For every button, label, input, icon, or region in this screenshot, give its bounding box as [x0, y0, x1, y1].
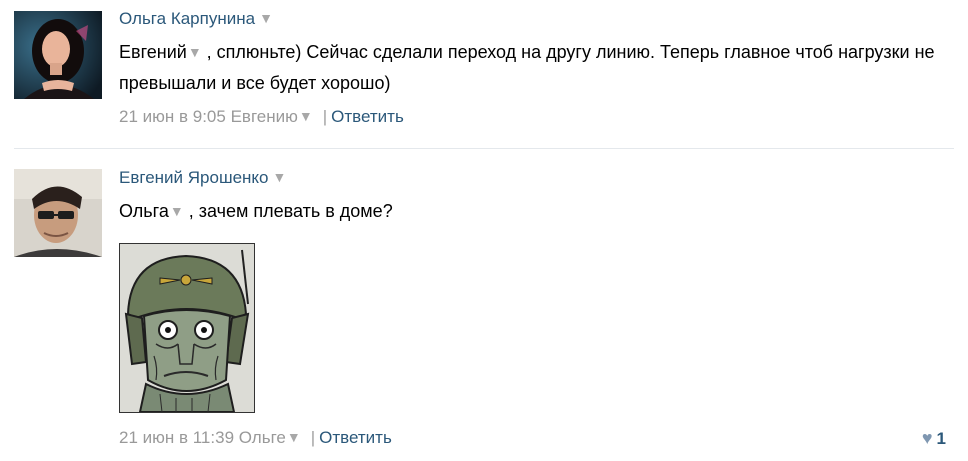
- triangle-down-icon[interactable]: ▼: [273, 169, 287, 185]
- reply-button[interactable]: Ответить: [319, 428, 392, 447]
- triangle-down-icon[interactable]: ▼: [188, 37, 202, 68]
- triangle-down-icon[interactable]: ▼: [259, 10, 273, 26]
- timestamp[interactable]: 21 июн в 11:39: [119, 428, 234, 447]
- reply-to[interactable]: Ольге: [239, 428, 286, 447]
- triangle-down-icon[interactable]: ▼: [287, 429, 301, 445]
- mention-link[interactable]: Ольга: [119, 201, 169, 221]
- like-button[interactable]: ♥ 1: [922, 428, 946, 449]
- divider: [14, 148, 954, 149]
- heart-icon: ♥: [921, 428, 933, 448]
- triangle-down-icon[interactable]: ▼: [299, 108, 313, 124]
- avatar[interactable]: [14, 169, 102, 257]
- comment-body: , зачем плевать в доме?: [183, 201, 393, 221]
- like-count: 1: [936, 429, 946, 448]
- avatar[interactable]: [14, 11, 102, 99]
- avatar-image: [14, 11, 102, 99]
- comment-text: Евгений▼ , сплюньте) Сейчас сделали пере…: [119, 37, 939, 99]
- comment-text: Ольга▼ , зачем плевать в доме?: [119, 196, 939, 227]
- triangle-down-icon[interactable]: ▼: [170, 196, 184, 227]
- comment-meta: 21 июн в 11:39 Ольге▼ | Ответить: [119, 428, 392, 448]
- comment-body: , сплюньте) Сейчас сделали переход на др…: [119, 42, 935, 93]
- author-name[interactable]: Евгений Ярошенко: [119, 168, 269, 187]
- reply-button[interactable]: Ответить: [331, 107, 404, 126]
- attached-image[interactable]: [119, 243, 255, 413]
- timestamp[interactable]: 21 июн в 9:05: [119, 107, 226, 126]
- reply-to[interactable]: Евгению: [231, 107, 298, 126]
- avatar-image: [14, 169, 102, 257]
- author-name[interactable]: Ольга Карпунина: [119, 9, 255, 28]
- mention-link[interactable]: Евгений: [119, 42, 187, 62]
- soldier-drawing-image: [120, 244, 254, 412]
- separator: |: [310, 428, 316, 447]
- separator: |: [322, 107, 328, 126]
- comment-meta: 21 июн в 9:05 Евгению▼ | Ответить: [119, 107, 404, 127]
